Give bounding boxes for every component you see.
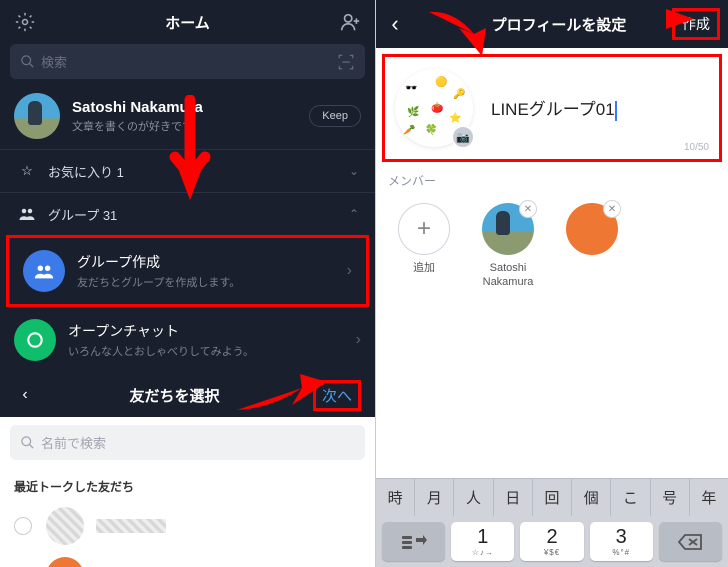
groups-icon	[16, 203, 38, 225]
search-bar[interactable]: 検索	[10, 44, 365, 79]
search-placeholder: 検索	[41, 52, 337, 71]
group-avatar[interactable]: 🕶️ 🟡 🔑 🌿 🍅 ⭐ 🥕 🍀 📷	[395, 69, 473, 147]
chevron-down-icon: ⌄	[349, 164, 359, 178]
friend-row[interactable]	[0, 501, 375, 551]
backspace-key[interactable]	[659, 522, 722, 561]
suggestion-key[interactable]: 人	[454, 479, 493, 516]
suggestion-key[interactable]: 個	[572, 479, 611, 516]
member-name: Satoshi Nakamura	[483, 261, 534, 290]
suggestion-key[interactable]: 時	[376, 479, 415, 516]
profile-avatar	[14, 93, 60, 139]
home-title: ホーム	[165, 12, 210, 33]
openchat-sub: いろんな人とおしゃべりしてみよう。	[68, 343, 356, 359]
member-item[interactable]: ✕	[560, 203, 624, 290]
friend-name-redacted	[96, 519, 166, 533]
members-label: メンバー	[376, 168, 728, 193]
group-name-input[interactable]: LINEグループ01	[491, 95, 709, 121]
home-header: ホーム	[0, 0, 375, 44]
keyboard[interactable]: 時 月 人 日 回 個 こ 号 年 1☆♪→ 2¥$€ 3%°#	[376, 478, 728, 567]
keyboard-suggestions: 時 月 人 日 回 個 こ 号 年	[376, 478, 728, 516]
suggestion-key[interactable]: 日	[494, 479, 533, 516]
chevron-right-icon: ›	[356, 331, 361, 349]
suggestion-key[interactable]: 年	[690, 479, 728, 516]
friend-avatar	[46, 507, 84, 545]
suggestion-key[interactable]: 月	[415, 479, 454, 516]
openchat-row[interactable]: オープンチャット いろんな人とおしゃべりしてみよう。 ›	[0, 307, 375, 373]
keypad-key[interactable]: 1☆♪→	[451, 522, 514, 561]
create-group-row[interactable]: グループ作成 友だちとグループを作成します。 ›	[9, 238, 366, 304]
create-group-sub: 友だちとグループを作成します。	[77, 274, 347, 290]
openchat-icon	[14, 319, 56, 361]
remove-member-icon[interactable]: ✕	[519, 200, 537, 218]
keep-button[interactable]: Keep	[309, 105, 361, 127]
member-item[interactable]: ✕ Satoshi Nakamura	[476, 203, 540, 290]
create-group-title: グループ作成	[77, 252, 347, 272]
member-avatar: ✕	[566, 203, 618, 255]
char-counter: 10/50	[684, 142, 709, 153]
suggestion-key[interactable]: こ	[611, 479, 650, 516]
star-icon: ☆	[16, 160, 38, 182]
group-profile-box: 🕶️ 🟡 🔑 🌿 🍅 ⭐ 🥕 🍀 📷 LINEグループ01 10/50	[382, 54, 722, 162]
annotation-arrow	[165, 95, 215, 205]
plus-icon: +	[398, 203, 450, 255]
keypad-key[interactable]	[382, 522, 445, 561]
annotation-arrow	[596, 4, 696, 34]
qr-icon[interactable]	[337, 53, 355, 71]
remove-member-icon[interactable]: ✕	[603, 200, 621, 218]
create-group-icon	[23, 250, 65, 292]
suggestion-key[interactable]: 回	[533, 479, 572, 516]
camera-icon[interactable]: 📷	[451, 125, 475, 149]
chevron-up-icon: ⌃	[349, 207, 359, 221]
annotation-arrow	[424, 4, 494, 60]
settings-icon[interactable]	[14, 11, 36, 33]
annotation-arrow	[232, 370, 332, 420]
members-list: + 追加 ✕ Satoshi Nakamura ✕	[376, 193, 728, 300]
keypad-key[interactable]: 3%°#	[590, 522, 653, 561]
radio-unchecked[interactable]	[14, 517, 32, 535]
chevron-right-icon: ›	[347, 262, 352, 280]
back-icon[interactable]: ‹	[14, 384, 36, 406]
openchat-title: オープンチャット	[68, 321, 356, 341]
keypad-key[interactable]: 2¥$€	[520, 522, 583, 561]
add-member-button[interactable]: + 追加	[392, 203, 456, 290]
member-avatar: ✕	[482, 203, 534, 255]
suggestion-key[interactable]: 号	[651, 479, 690, 516]
add-friend-icon[interactable]	[339, 11, 361, 33]
friend-row[interactable]	[0, 551, 375, 567]
name-search[interactable]: 名前で検索	[10, 425, 365, 460]
friend-avatar	[46, 557, 84, 567]
back-icon[interactable]: ‹	[384, 13, 406, 35]
recent-friends-label: 最近トークした友だち	[0, 468, 375, 501]
